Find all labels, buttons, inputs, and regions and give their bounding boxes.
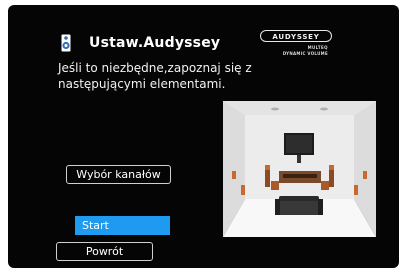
speaker-icon xyxy=(61,34,71,52)
channel-select-button[interactable]: Wybór kanałów xyxy=(66,165,171,184)
page-title: Ustaw.Audyssey xyxy=(89,35,221,51)
setup-screen: Ustaw.Audyssey AUDYSSEY MULTEQ DYNAMIC V… xyxy=(8,5,399,268)
room-illustration xyxy=(222,101,377,238)
logo-dynamic-volume-text: DYNAMIC VOLUME xyxy=(282,51,328,56)
audyssey-logo: AUDYSSEY xyxy=(260,30,332,42)
instruction-text: Jeśli to niezbędne,zapoznaj się z następ… xyxy=(58,61,252,91)
back-button[interactable]: Powrót xyxy=(56,242,153,261)
logo-multeq-text: MULTEQ xyxy=(307,45,328,50)
start-button[interactable]: Start xyxy=(75,216,170,235)
speaker-room-image xyxy=(222,101,377,238)
